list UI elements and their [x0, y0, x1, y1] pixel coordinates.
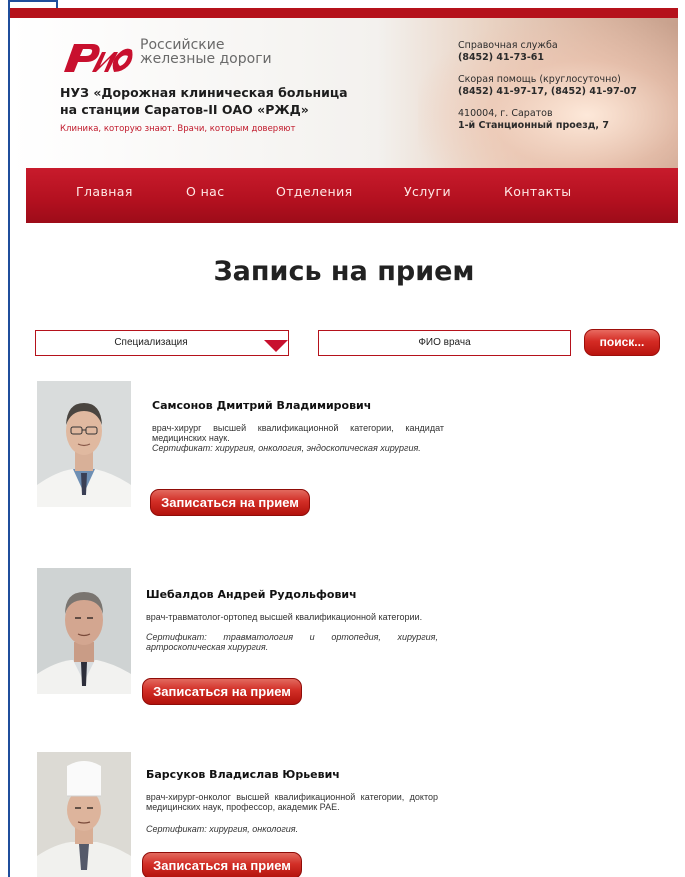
book-appointment-button[interactable]: Записаться на прием: [150, 489, 310, 516]
page-title: Запись на прием: [213, 256, 475, 287]
logo-text-line2: железные дороги: [140, 51, 272, 67]
nav-item-services[interactable]: Услуги: [404, 184, 451, 199]
doctor-name-placeholder: ФИО врача: [418, 337, 471, 348]
nav-item-about[interactable]: О нас: [186, 184, 225, 199]
org-name-line1: НУЗ «Дорожная клиническая больница: [60, 85, 348, 100]
doctor-description: врач-травматолог-ортопед высшей квалифик…: [146, 612, 423, 622]
doctor-photo: [37, 568, 131, 694]
search-button[interactable]: поиск...: [584, 329, 660, 356]
doctor-certificate: Сертификат: хирургия, онкология.: [146, 824, 299, 834]
specialization-select[interactable]: Специализация: [35, 330, 289, 356]
doctor-photo: [37, 752, 131, 877]
doctor-description: врач-хирург-онколог высшей квалификацион…: [146, 792, 438, 812]
book-appointment-button[interactable]: Записаться на прием: [142, 678, 302, 705]
org-name-line2: на станции Саратов-II ОАО «РЖД»: [60, 102, 309, 117]
doctor-photo: [37, 381, 131, 507]
dropdown-arrow-icon[interactable]: [264, 340, 288, 352]
help-label: Справочная служба: [458, 40, 558, 51]
main-navigation: Главная О нас Отделения Услуги Контакты: [26, 168, 678, 223]
specialization-select-value: Специализация: [114, 337, 188, 348]
doctor-name: Шебалдов Андрей Рудольфович: [146, 588, 357, 601]
doctor-name-input[interactable]: ФИО врача: [318, 330, 571, 356]
nav-item-departments[interactable]: Отделения: [276, 184, 353, 199]
page: Российские железные дороги НУЗ «Дорожная…: [10, 8, 678, 877]
logo-text-line1: Российские: [140, 37, 225, 53]
logo-text: Российские железные дороги: [140, 38, 272, 66]
rzd-logo-icon: [64, 44, 133, 72]
address-line2: 1-й Станционный проезд, 7: [458, 120, 609, 131]
doctor-certificate: Сертификат: травматология и ортопедия, х…: [146, 632, 438, 652]
slogan: Клиника, которую знают. Врачи, которым д…: [60, 124, 296, 134]
doctor-name: Самсонов Дмитрий Владимирович: [152, 399, 372, 412]
organization-name: НУЗ «Дорожная клиническая больница на ст…: [60, 84, 360, 118]
doctor-name: Барсуков Владислав Юрьевич: [146, 768, 340, 781]
doctor-description: врач-хирург высшей квалификационной кате…: [152, 423, 444, 443]
nav-item-contacts[interactable]: Контакты: [504, 184, 572, 199]
book-appointment-button[interactable]: Записаться на прием: [142, 852, 302, 877]
emergency-phones: (8452) 41-97-17, (8452) 41-97-07: [458, 86, 637, 97]
emergency-label: Скорая помощь (круглосуточно): [458, 74, 621, 85]
address-line1: 410004, г. Саратов: [458, 108, 553, 119]
header-contacts: Справочная служба (8452) 41-73-61 Скорая…: [458, 40, 658, 142]
doctor-certificate: Сертификат: хирургия, онкология, эндоско…: [152, 443, 421, 453]
help-phone: (8452) 41-73-61: [458, 52, 544, 63]
header-banner: Российские железные дороги НУЗ «Дорожная…: [10, 8, 678, 170]
page-frame-top: [8, 0, 58, 2]
nav-item-home[interactable]: Главная: [76, 184, 133, 199]
